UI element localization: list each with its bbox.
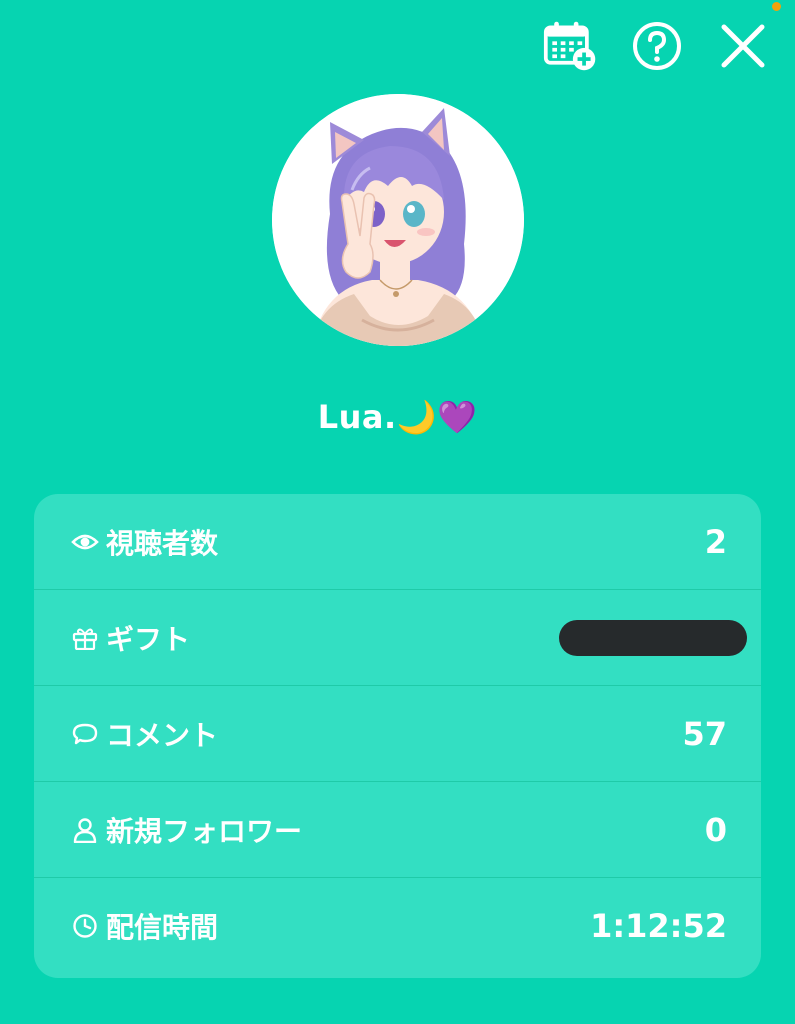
- stat-row-comments: コメント 57: [34, 686, 761, 782]
- eye-icon: [70, 527, 100, 557]
- username: Lua.🌙💜: [0, 398, 795, 436]
- redaction-bar: [559, 620, 747, 656]
- stat-label-comments: コメント: [106, 718, 219, 752]
- close-icon: [721, 24, 765, 68]
- purple-heart-emoji: 💜: [436, 398, 478, 436]
- top-toolbar: [513, 18, 771, 74]
- stat-row-new-followers: 新規フォロワー 0: [34, 782, 761, 878]
- stat-row-stream-time: 配信時間 1:12:52: [34, 878, 761, 974]
- username-text: Lua.: [317, 398, 397, 436]
- stat-row-gifts: ギフト: [34, 590, 761, 686]
- calendar-add-button[interactable]: [543, 18, 599, 74]
- stat-value-new-followers: 0: [704, 810, 727, 849]
- stat-value-stream-time: 1:12:52: [590, 907, 727, 945]
- stat-row-viewers: 視聴者数 2: [34, 494, 761, 590]
- help-circle-icon: [633, 22, 681, 70]
- stat-label-viewers: 視聴者数: [106, 526, 219, 560]
- comment-icon: [70, 719, 100, 749]
- stat-label-gifts: ギフト: [106, 622, 191, 656]
- help-button[interactable]: [629, 18, 685, 74]
- gift-icon: [70, 623, 100, 653]
- stat-label-new-followers: 新規フォロワー: [106, 814, 303, 848]
- close-button[interactable]: [715, 18, 771, 74]
- stat-label-stream-time: 配信時間: [106, 911, 219, 944]
- stat-value-comments: 57: [682, 714, 727, 753]
- stat-value-viewers: 2: [704, 522, 727, 561]
- stream-stats-card: 視聴者数 2 ギフト コメント 57 新規フォロワー 0 配信時間 1:12:5…: [34, 494, 761, 978]
- avatar[interactable]: [272, 94, 524, 346]
- notification-dot: [772, 2, 781, 11]
- calendar-add-icon: [543, 21, 596, 71]
- avatar-illustration: [272, 94, 524, 346]
- person-icon: [70, 815, 100, 845]
- moon-emoji: 🌙: [396, 398, 437, 436]
- clock-icon: [70, 911, 100, 941]
